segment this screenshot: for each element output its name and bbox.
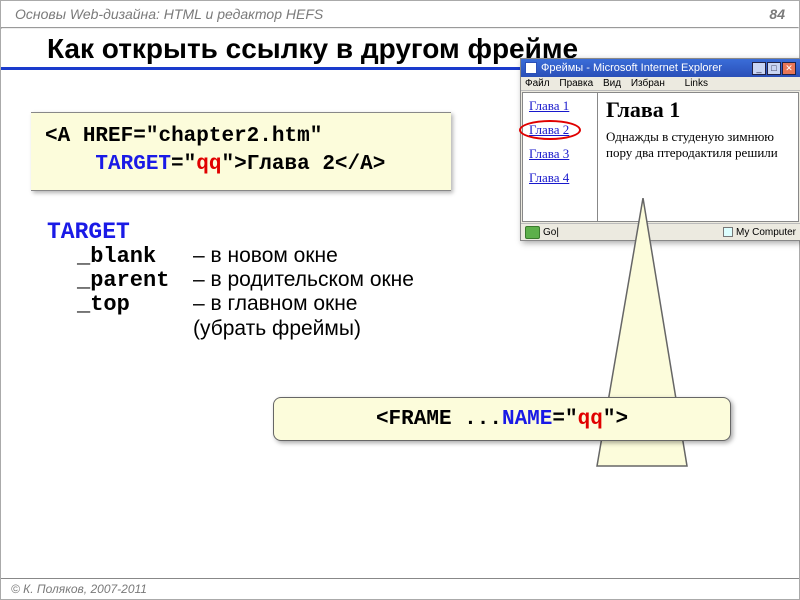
status-right: My Computer — [736, 227, 796, 238]
header-title: Основы Web-дизайна: HTML и редактор HEFS — [15, 6, 769, 22]
status-bar: Go| My Computer — [521, 223, 800, 240]
window-titlebar: Фреймы - Microsoft Internet Explorer _ □… — [521, 59, 800, 77]
target-row-parent: _parent – в родительском окне — [47, 268, 779, 293]
nav-link-3[interactable]: Глава 3 — [529, 146, 591, 162]
go-icon[interactable] — [525, 226, 540, 239]
copyright: © К. Поляков, 2007-2011 — [11, 582, 147, 596]
content-frame: Глава 1 Однажды в студеную зимнюю пору д… — [598, 93, 798, 221]
nav-link-1[interactable]: Глава 1 — [529, 98, 591, 114]
browser-screenshot: Фреймы - Microsoft Internet Explorer _ □… — [520, 58, 800, 241]
content-area: <A HREF="chapter2.htm" TARGET="qq">Глава… — [1, 70, 799, 341]
ie-icon — [525, 62, 537, 74]
menu-fav[interactable]: Избран — [631, 78, 665, 89]
nav-link-4[interactable]: Глава 4 — [529, 170, 591, 186]
minimize-button[interactable]: _ — [752, 62, 766, 75]
close-button[interactable]: ✕ — [782, 62, 796, 75]
page-number: 84 — [769, 6, 785, 22]
content-paragraph: Однажды в студеную зимнюю пору два птеро… — [606, 129, 790, 162]
menu-file[interactable]: Файл — [525, 78, 550, 89]
frame-name-callout: <FRAME ... NAME="qq"> — [273, 397, 731, 441]
nav-link-2[interactable]: Глава 2 — [529, 122, 591, 138]
zone-icon — [723, 227, 733, 237]
window-title: Фреймы - Microsoft Internet Explorer — [541, 62, 752, 74]
menu-edit[interactable]: Правка — [559, 78, 593, 89]
frameset: Глава 1 Глава 2 Глава 3 Глава 4 Глава 1 … — [522, 92, 799, 222]
name-value: qq — [578, 408, 603, 431]
target-row-blank: _blank – в новом окне — [47, 244, 779, 269]
target-extra: (убрать фреймы) — [193, 317, 779, 341]
slide-header: Основы Web-дизайна: HTML и редактор HEFS… — [1, 1, 799, 27]
maximize-button[interactable]: □ — [767, 62, 781, 75]
target-attribute: TARGET — [95, 153, 171, 176]
links-label: Links — [685, 78, 708, 89]
menu-bar: Файл Правка Вид Избран Links — [521, 77, 800, 91]
nav-frame: Глава 1 Глава 2 Глава 3 Глава 4 — [523, 93, 598, 221]
target-value: qq — [196, 153, 221, 176]
status-go-text: Go| — [543, 227, 559, 238]
footer: © К. Поляков, 2007-2011 — [1, 578, 799, 599]
content-heading: Глава 1 — [606, 97, 790, 123]
name-attribute: NAME — [502, 408, 552, 431]
menu-view[interactable]: Вид — [603, 78, 621, 89]
target-row-top: _top – в главном окне — [47, 292, 779, 317]
code-example: <A HREF="chapter2.htm" TARGET="qq">Глава… — [31, 112, 451, 191]
